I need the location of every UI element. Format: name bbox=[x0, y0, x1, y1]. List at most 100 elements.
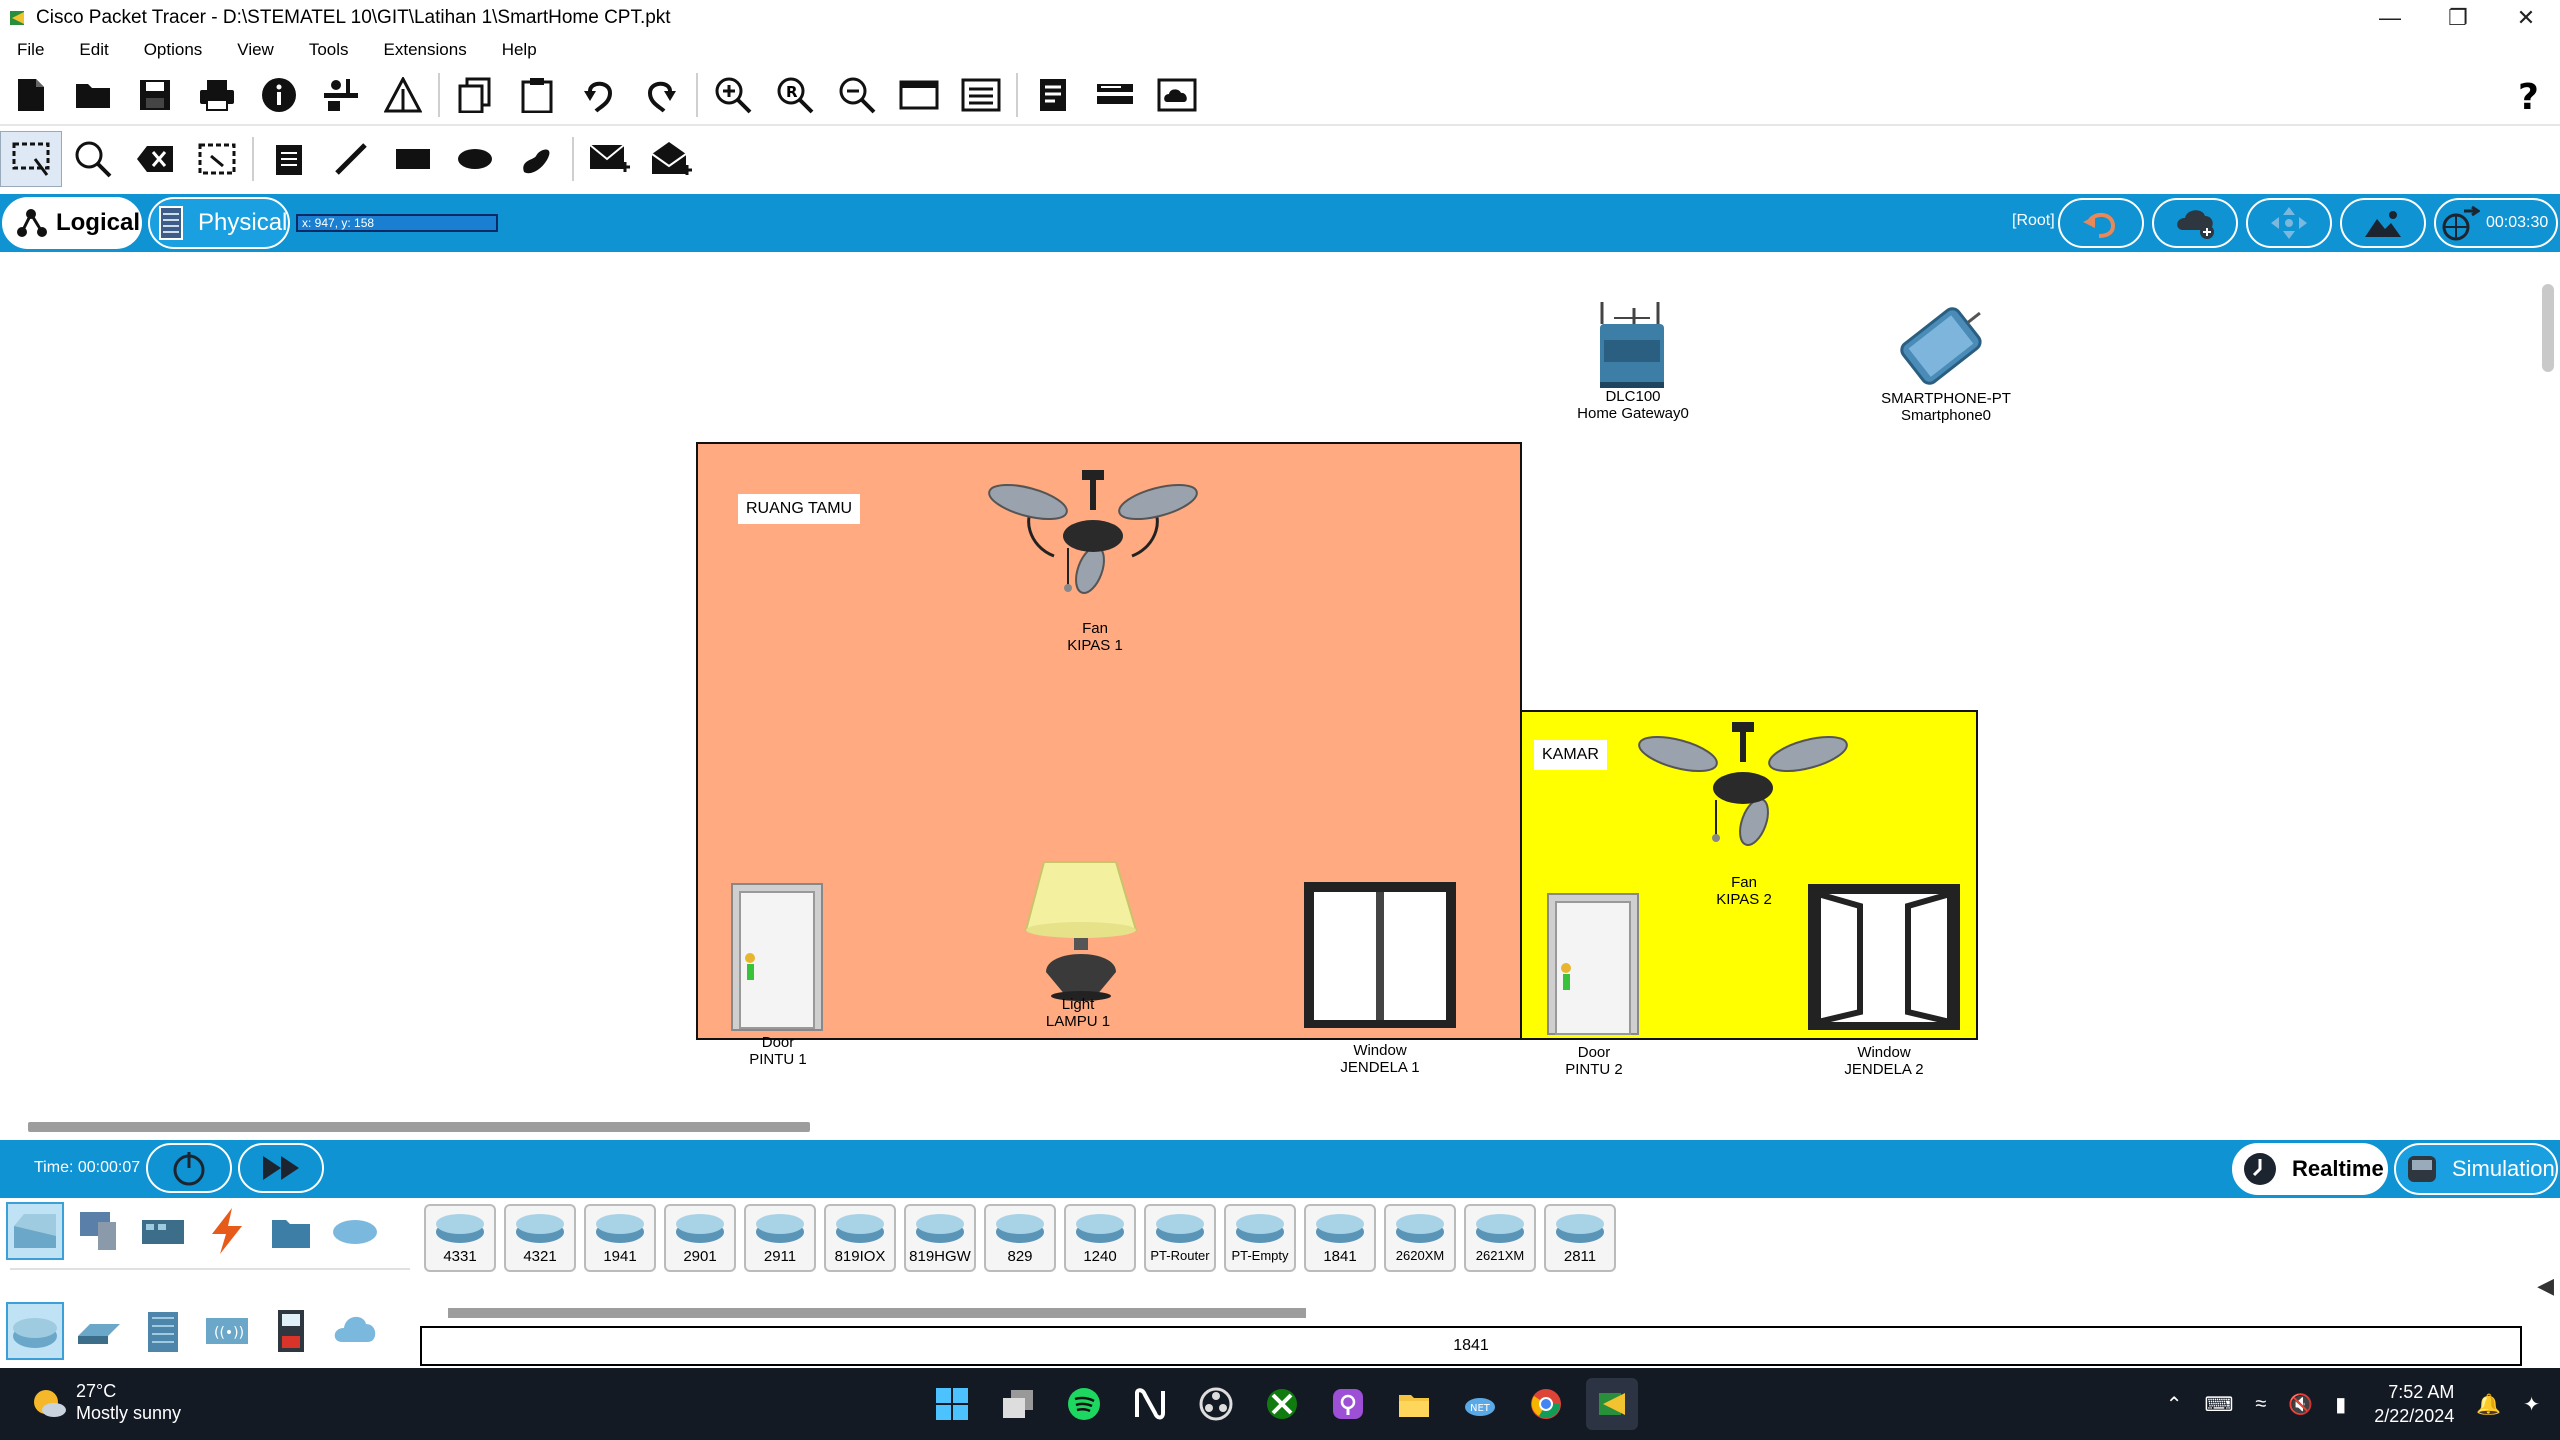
menu-help[interactable]: Help bbox=[485, 40, 555, 60]
start-menu-icon[interactable] bbox=[926, 1378, 978, 1430]
keyboard-icon[interactable]: ⌨ bbox=[2204, 1392, 2233, 1417]
fast-forward-button[interactable] bbox=[238, 1143, 324, 1193]
device-template-icon[interactable] bbox=[1084, 67, 1146, 123]
minimize-button[interactable]: — bbox=[2356, 0, 2424, 36]
home-gateway-icon[interactable] bbox=[1594, 300, 1670, 394]
add-simple-pdu-icon[interactable] bbox=[578, 131, 640, 187]
light-lamp-icon[interactable] bbox=[1016, 852, 1146, 1002]
draw-line-icon[interactable] bbox=[320, 131, 382, 187]
draw-ellipse-icon[interactable] bbox=[444, 131, 506, 187]
volume-muted-icon[interactable]: 🔇 bbox=[2288, 1392, 2313, 1417]
notification-bell-icon[interactable]: 🔔 bbox=[2476, 1392, 2501, 1417]
help-icon[interactable]: ? bbox=[2498, 67, 2560, 123]
door-icon[interactable] bbox=[1546, 892, 1640, 1036]
select-tool-icon[interactable] bbox=[0, 131, 62, 187]
model-router[interactable]: 2620XM bbox=[1384, 1204, 1456, 1272]
print-icon[interactable] bbox=[186, 67, 248, 123]
menu-file[interactable]: File bbox=[0, 40, 62, 60]
resize-tool-icon[interactable] bbox=[186, 131, 248, 187]
new-file-icon[interactable] bbox=[0, 67, 62, 123]
new-cluster-button[interactable] bbox=[2152, 198, 2238, 248]
window-icon[interactable] bbox=[1302, 880, 1458, 1030]
smartphone-icon[interactable] bbox=[1886, 304, 1998, 394]
open-folder-icon[interactable] bbox=[62, 67, 124, 123]
inspect-tool-icon[interactable] bbox=[62, 131, 124, 187]
packet-tracer-taskbar-icon[interactable] bbox=[1586, 1378, 1638, 1430]
simulation-mode-tab[interactable]: Simulation bbox=[2394, 1143, 2558, 1195]
model-router[interactable]: PT-Router bbox=[1144, 1204, 1216, 1272]
spotify-icon[interactable] bbox=[1058, 1378, 1110, 1430]
move-object-button[interactable] bbox=[2246, 198, 2332, 248]
maximize-button[interactable]: ❐ bbox=[2424, 0, 2492, 36]
chrome-icon[interactable] bbox=[1520, 1378, 1572, 1430]
back-button[interactable] bbox=[2058, 198, 2144, 248]
model-router[interactable]: 2911 bbox=[744, 1204, 816, 1272]
freeform-tool-icon[interactable] bbox=[506, 131, 568, 187]
notion-like-app-icon[interactable] bbox=[1124, 1378, 1176, 1430]
file-explorer-icon[interactable] bbox=[1388, 1378, 1440, 1430]
security-category-icon[interactable] bbox=[262, 1302, 320, 1360]
pinned-app-icon[interactable]: NET bbox=[1454, 1378, 1506, 1430]
physical-view-tab[interactable]: Physical bbox=[148, 197, 290, 249]
palette-scrollbar[interactable] bbox=[448, 1308, 1306, 1318]
custom-devices-icon[interactable] bbox=[950, 67, 1012, 123]
menu-extensions[interactable]: Extensions bbox=[367, 40, 485, 60]
menu-edit[interactable]: Edit bbox=[62, 40, 126, 60]
zoom-out-icon[interactable] bbox=[826, 67, 888, 123]
taskbar-clock[interactable]: 7:52 AM 2/22/2024 bbox=[2374, 1380, 2454, 1428]
vertical-scrollbar[interactable] bbox=[2542, 284, 2554, 372]
collapse-arrow-icon[interactable]: ◀ bbox=[2537, 1273, 2554, 1299]
model-router[interactable]: 829 bbox=[984, 1204, 1056, 1272]
routers-category-icon[interactable] bbox=[6, 1302, 64, 1360]
ceiling-fan-icon[interactable] bbox=[978, 466, 1208, 616]
info-icon[interactable] bbox=[248, 67, 310, 123]
pdu-list-icon[interactable] bbox=[1022, 67, 1084, 123]
logical-workspace[interactable]: DLC100 Home Gateway0 SMARTPHONE-PT Smart… bbox=[0, 254, 2560, 1138]
menu-options[interactable]: Options bbox=[127, 40, 221, 60]
realtime-mode-tab[interactable]: Realtime bbox=[2232, 1143, 2388, 1195]
set-tiled-background-button[interactable] bbox=[2340, 198, 2426, 248]
xbox-icon[interactable] bbox=[1256, 1378, 1308, 1430]
battery-icon[interactable]: ▮ bbox=[2335, 1392, 2346, 1417]
model-router[interactable]: 2621XM bbox=[1464, 1204, 1536, 1272]
delete-tool-icon[interactable] bbox=[124, 131, 186, 187]
ceiling-fan-icon[interactable] bbox=[1628, 718, 1858, 868]
wifi-icon[interactable]: ≈ bbox=[2255, 1393, 2266, 1416]
wan-emulation-category-icon[interactable] bbox=[326, 1302, 384, 1360]
undo-icon[interactable] bbox=[568, 67, 630, 123]
connections-category-icon[interactable] bbox=[198, 1202, 256, 1260]
chevron-up-icon[interactable]: ⌃ bbox=[2166, 1392, 2183, 1417]
menu-view[interactable]: View bbox=[220, 40, 292, 60]
horizontal-scrollbar[interactable] bbox=[28, 1122, 810, 1132]
activity-wizard-icon[interactable] bbox=[372, 67, 434, 123]
door-icon[interactable] bbox=[730, 882, 824, 1032]
model-router[interactable]: 4331 bbox=[424, 1204, 496, 1272]
model-router[interactable]: 4321 bbox=[504, 1204, 576, 1272]
hubs-category-icon[interactable] bbox=[134, 1302, 192, 1360]
add-complex-pdu-icon[interactable] bbox=[640, 131, 702, 187]
close-button[interactable]: ✕ bbox=[2492, 0, 2560, 36]
model-router[interactable]: 1941 bbox=[584, 1204, 656, 1272]
model-router[interactable]: 819HGW bbox=[904, 1204, 976, 1272]
network-devices-category-icon[interactable] bbox=[6, 1202, 64, 1260]
menu-tools[interactable]: Tools bbox=[292, 40, 367, 60]
note-tool-icon[interactable] bbox=[258, 131, 320, 187]
network-info-icon[interactable] bbox=[310, 67, 372, 123]
logical-view-tab[interactable]: Logical bbox=[2, 197, 142, 249]
model-router[interactable]: 2901 bbox=[664, 1204, 736, 1272]
paste-icon[interactable] bbox=[506, 67, 568, 123]
switches-category-icon[interactable] bbox=[70, 1302, 128, 1360]
draw-rectangle-icon[interactable] bbox=[382, 131, 444, 187]
model-router[interactable]: 819IOX bbox=[824, 1204, 896, 1272]
drawing-palette-icon[interactable] bbox=[888, 67, 950, 123]
cloud-view-icon[interactable] bbox=[1146, 67, 1208, 123]
task-view-icon[interactable] bbox=[992, 1378, 1044, 1430]
redo-icon[interactable] bbox=[630, 67, 692, 123]
model-router[interactable]: 1240 bbox=[1064, 1204, 1136, 1272]
weather-widget[interactable]: 27°C Mostly sunny bbox=[30, 1380, 181, 1424]
zoom-reset-icon[interactable]: R bbox=[764, 67, 826, 123]
copilot-icon[interactable]: ✦ bbox=[2523, 1392, 2540, 1417]
multiuser-category-icon[interactable] bbox=[326, 1202, 384, 1260]
components-category-icon[interactable] bbox=[134, 1202, 192, 1260]
podcast-app-icon[interactable] bbox=[1322, 1378, 1374, 1430]
